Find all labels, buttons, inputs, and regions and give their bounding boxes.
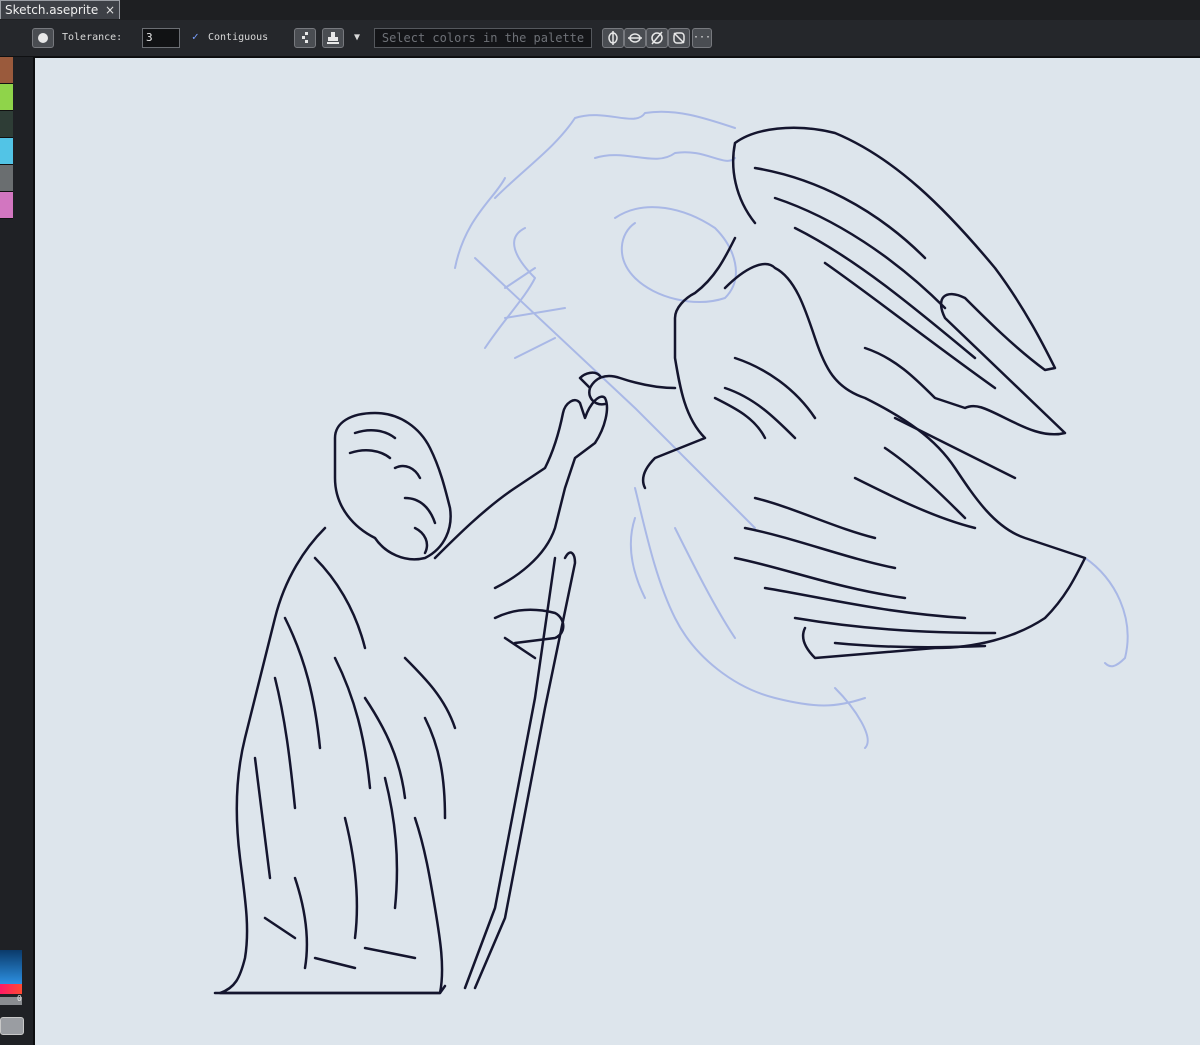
- symmetry-off-icon: [673, 32, 685, 44]
- brush-shape-button[interactable]: [32, 28, 54, 48]
- saint-hand: [493, 608, 565, 660]
- symmetry-off-button[interactable]: [668, 28, 690, 48]
- tab-bar: Sketch.aseprite ×: [0, 0, 1200, 21]
- check-icon: ✓: [192, 30, 199, 43]
- context-toolbar: Tolerance: 3 ✓ Contiguous ▼ Select colors…: [0, 20, 1200, 57]
- tolerance-input[interactable]: 3: [142, 28, 180, 48]
- saint-raised-arm: [433, 395, 609, 590]
- palette-swatch[interactable]: [0, 192, 13, 219]
- tab-title: Sketch.aseprite: [5, 3, 99, 17]
- symmetry-vertical-icon: [608, 31, 618, 45]
- saint-staff: [463, 551, 577, 990]
- contiguous-label: Contiguous: [208, 32, 269, 43]
- palette-options-button[interactable]: [0, 1017, 24, 1035]
- palette-swatch[interactable]: [0, 57, 13, 84]
- ink-layer: [213, 126, 1087, 995]
- background-color-swatch[interactable]: [0, 984, 22, 994]
- color-index-label: 0: [17, 994, 22, 1003]
- palette-swatch[interactable]: [0, 165, 13, 192]
- pixel-icon: [302, 32, 308, 43]
- palette-swatch[interactable]: [0, 138, 13, 165]
- sketch-clouds: [454, 110, 737, 349]
- sketch-robe: [629, 487, 1129, 749]
- circle-icon: [38, 33, 48, 43]
- contiguous-checkbox[interactable]: ✓ Contiguous: [192, 28, 268, 48]
- angel-robe-folds: [733, 416, 1017, 649]
- palette-swatch[interactable]: [0, 111, 13, 138]
- saint-robe: [218, 526, 457, 995]
- more-options-button[interactable]: ···: [692, 28, 712, 48]
- canvas-drawing: [213, 110, 1129, 995]
- pixel-perfect-button[interactable]: [294, 28, 316, 48]
- stamp-icon: [327, 32, 339, 44]
- chevron-down-icon[interactable]: ▼: [354, 28, 368, 48]
- symmetry-horizontal-icon: [628, 33, 642, 43]
- close-icon[interactable]: ×: [105, 1, 115, 19]
- palette-select-field[interactable]: Select colors in the palette: [374, 28, 592, 48]
- angel-wing: [731, 126, 1067, 436]
- stamp-button[interactable]: [322, 28, 344, 48]
- tab-sketch[interactable]: Sketch.aseprite ×: [0, 0, 120, 19]
- palette-swatches: [0, 57, 14, 219]
- sketch-cross: [504, 267, 566, 359]
- tolerance-label: Tolerance:: [62, 32, 123, 43]
- color-palette: 0: [0, 57, 24, 1045]
- ground-line: [213, 984, 447, 995]
- symmetry-vertical-button[interactable]: [602, 28, 624, 48]
- palette-swatch[interactable]: [0, 84, 13, 111]
- symmetry-diagonal-icon: [651, 31, 663, 45]
- symmetry-horizontal-button[interactable]: [624, 28, 646, 48]
- saint-head: [333, 411, 452, 561]
- foreground-color-swatch[interactable]: [0, 950, 22, 986]
- symmetry-diagonal-button[interactable]: [646, 28, 668, 48]
- sprite-canvas[interactable]: [33, 57, 1200, 1045]
